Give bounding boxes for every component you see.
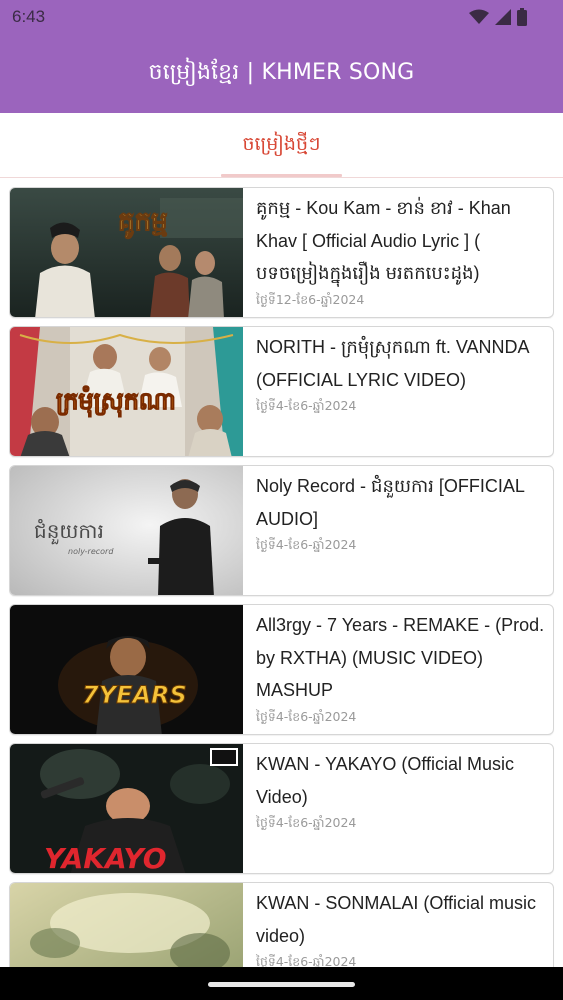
status-icons — [469, 6, 527, 28]
song-info: KWAN - YAKAYO (Official Music Video) ថ្ង… — [256, 748, 550, 833]
system-nav-bar — [0, 967, 563, 1000]
song-info: Noly Record - ជំនួយការ [OFFICIAL AUDIO] … — [256, 470, 550, 555]
tab-label: ចម្រៀងថ្មីៗ — [242, 132, 321, 155]
song-thumbnail[interactable]: ជំនួយការ noly-record — [10, 466, 243, 595]
thumb-subtitle-text: noly-record — [68, 547, 114, 556]
song-thumbnail[interactable]: 7YEARS — [10, 605, 243, 734]
battery-icon — [517, 8, 527, 26]
song-date: ថ្ងៃទី12-ខែ6-ឆ្នាំ2024 — [256, 291, 365, 307]
song-date: ថ្ងៃទី4-ខែ6-ឆ្នាំ2024 — [256, 954, 357, 967]
thumb-title-text: YAKAYO — [44, 842, 167, 874]
song-thumbnail[interactable]: YAKAYO — [10, 744, 243, 874]
song-card[interactable]: ក្រមុំស្រុកណា NORITH - ក្រមុំស្រុកណា ft.… — [9, 326, 554, 457]
thumb-title-text: ជំនួយការ — [34, 518, 104, 545]
song-info: NORITH - ក្រមុំស្រុកណា ft. VANNDA (OFFIC… — [256, 331, 550, 416]
song-title: KWAN - SONMALAI (Official music video) — [256, 893, 537, 946]
app-bar: ចម្រៀងខ្មែរ | KHMER SONG — [0, 34, 563, 113]
song-title: All3rgy - 7 Years - REMAKE - (Prod. by R… — [256, 615, 545, 700]
song-title: NORITH - ក្រមុំស្រុកណា ft. VANNDA (OFFIC… — [256, 337, 529, 390]
song-info: គូកម្ម - Kou Kam - ខាន់ ខាវ - Khan Khav … — [256, 192, 550, 310]
song-info: KWAN - SONMALAI (Official music video) ថ… — [256, 887, 550, 967]
thumb-title-text: 7YEARS — [82, 681, 187, 709]
song-thumbnail[interactable]: គូកម្ម — [10, 188, 243, 317]
thumb-title-text: គូកម្ម — [118, 207, 168, 239]
wifi-icon — [469, 9, 489, 24]
home-gesture-handle[interactable] — [208, 982, 355, 987]
tab-bar: ចម្រៀងថ្មីៗ — [0, 113, 563, 178]
song-title: Noly Record - ជំនួយការ [OFFICIAL AUDIO] — [256, 476, 525, 529]
song-date: ថ្ងៃទី4-ខែ6-ឆ្នាំ2024 — [256, 815, 357, 830]
song-date: ថ្ងៃទី4-ខែ6-ឆ្នាំ2024 — [256, 398, 357, 413]
song-date: ថ្ងៃទី4-ខែ6-ឆ្នាំ2024 — [256, 708, 357, 724]
song-list[interactable]: គូកម្ម គូកម្ម - Kou Kam - ខាន់ ខាវ - Kha… — [0, 179, 563, 967]
song-thumbnail[interactable] — [10, 883, 243, 967]
song-title: KWAN - YAKAYO (Official Music Video) — [256, 754, 515, 807]
tab-indicator — [221, 174, 342, 177]
song-card[interactable]: KWAN - SONMALAI (Official music video) ថ… — [9, 882, 554, 967]
signal-icon — [495, 9, 511, 25]
song-card[interactable]: YAKAYO KWAN - YAKAYO (Official Music Vid… — [9, 743, 554, 874]
song-card[interactable]: ជំនួយការ noly-record Noly Record - ជំនួយ… — [9, 465, 554, 596]
song-info: All3rgy - 7 Years - REMAKE - (Prod. by R… — [256, 609, 550, 727]
app-title: ចម្រៀងខ្មែរ | KHMER SONG — [148, 59, 415, 85]
song-title: គូកម្ម - Kou Kam - ខាន់ ខាវ - Khan Khav … — [256, 198, 511, 283]
thumb-title-text: ក្រមុំស្រុកណា — [56, 385, 176, 418]
song-date: ថ្ងៃទី4-ខែ6-ឆ្នាំ2024 — [256, 537, 357, 552]
song-thumbnail[interactable]: ក្រមុំស្រុកណា — [10, 327, 243, 456]
status-time: 6:43 — [12, 7, 46, 26]
song-card[interactable]: 7YEARS All3rgy - 7 Years - REMAKE - (Pro… — [9, 604, 554, 735]
song-card[interactable]: គូកម្ម គូកម្ម - Kou Kam - ខាន់ ខាវ - Kha… — [9, 187, 554, 318]
tab-new-songs[interactable]: ចម្រៀងថ្មីៗ — [0, 113, 563, 178]
status-bar: 6:43 — [0, 0, 563, 34]
